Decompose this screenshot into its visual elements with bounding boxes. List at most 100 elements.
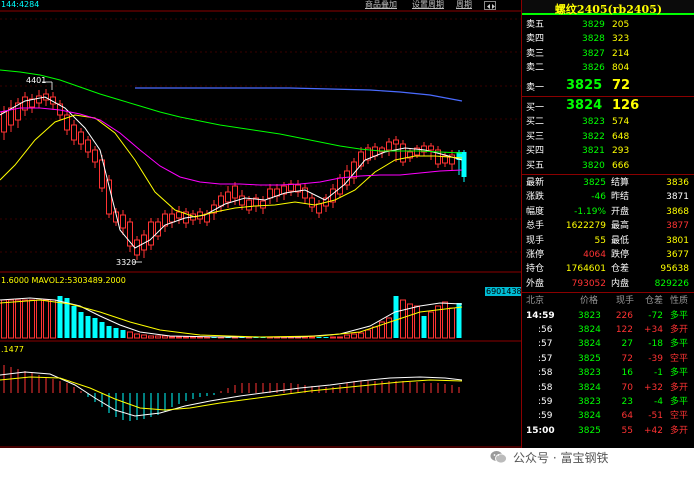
stat-value: 3868	[666, 206, 689, 217]
tick-price: 3825	[578, 353, 601, 364]
ask1-row[interactable]: 卖一 3825 72	[522, 78, 694, 93]
stat-label: 内盘	[611, 278, 630, 289]
volume-bar-up	[365, 329, 371, 339]
tick-time: :59	[538, 411, 553, 422]
tick-price: 3825	[578, 425, 601, 436]
candle-body-up	[400, 143, 406, 163]
stat-value: 3825	[583, 178, 606, 188]
tick-price: 3824	[578, 325, 601, 335]
candle-body-up	[246, 199, 252, 211]
candle-body-up	[225, 191, 231, 203]
chart-area[interactable]: 144:4284 商品叠加 设置周期 周期 4401 3320 1.6000 M…	[0, 0, 521, 448]
macd-panel-label: .1477	[1, 345, 24, 354]
stat-label: 幅度	[526, 206, 545, 217]
bid-price: 3821	[582, 146, 605, 157]
stat-row[interactable]: 外盘 793052 内盘 829226	[522, 277, 694, 291]
ask-row[interactable]: 卖二 3826 804	[522, 61, 694, 75]
volume-bar-up	[148, 335, 154, 339]
tick-time: 14:59	[526, 310, 555, 321]
tick-row[interactable]: :59 3824 64 -51 空平	[522, 409, 694, 423]
ask-price: 3826	[582, 63, 605, 74]
chart-canvas	[0, 10, 521, 448]
tick-row[interactable]: :56 3824 122 +34 多开	[522, 323, 694, 337]
tick-row[interactable]: 15:00 3825 55 +42 多开	[522, 424, 694, 438]
stat-row[interactable]: 涨跌 -46 昨结 3871	[522, 190, 694, 204]
ask-volume: 804	[612, 63, 630, 74]
stat-value: 55	[594, 235, 606, 246]
ask-row[interactable]: 卖三 3827 214	[522, 47, 694, 61]
stat-label: 结算	[611, 178, 630, 188]
high-price-label: 4401	[26, 76, 47, 85]
stat-label: 跌停	[611, 250, 630, 260]
tick-price: 3824	[578, 382, 601, 393]
volume-bar-up	[22, 299, 28, 339]
volume-bar-up	[428, 311, 434, 339]
tick-nature: 空平	[670, 411, 689, 422]
stat-row[interactable]: 持仓 1764601 仓差 95638	[522, 262, 694, 276]
tick-row[interactable]: :57 3825 72 -39 空平	[522, 352, 694, 366]
bid1-volume: 126	[612, 98, 640, 113]
tick-position-change: +42	[644, 425, 663, 436]
stat-row[interactable]: 现手 55 最低 3801	[522, 234, 694, 248]
volume-bar-up	[309, 336, 315, 339]
tick-position-change: -72	[648, 310, 663, 321]
tick-volume: 16	[621, 368, 633, 379]
volume-bar-down	[92, 318, 98, 338]
stat-row[interactable]: 幅度 -1.19% 开盘 3868	[522, 205, 694, 219]
ticks-header[interactable]: 北京 价格 现手 仓差 性质	[522, 294, 694, 308]
bid-row[interactable]: 买四 3821 293	[522, 144, 694, 158]
volume-bar-up	[155, 335, 161, 339]
volume-bar-up	[190, 336, 196, 339]
tick-row[interactable]: :58 3824 70 +32 多开	[522, 381, 694, 395]
bid-price: 3820	[582, 160, 605, 171]
candlestick-chart	[0, 69, 467, 263]
ask-row[interactable]: 卖四 3828 323	[522, 32, 694, 46]
volume-bar-up	[358, 332, 364, 339]
stat-value: 3877	[666, 221, 689, 232]
ask-row[interactable]: 卖五 3829 205	[522, 18, 694, 32]
bid-row[interactable]: 买五 3820 666	[522, 159, 694, 173]
ask-volume: 214	[612, 48, 630, 59]
volume-bar-up	[15, 299, 21, 339]
stat-value: 829226	[654, 278, 689, 289]
bid1-row[interactable]: 买一 3824 126	[522, 98, 694, 114]
stat-value: 3871	[666, 192, 689, 203]
volume-bar-down	[71, 306, 77, 338]
tick-row[interactable]: :57 3824 27 -18 多平	[522, 337, 694, 351]
stat-label: 昨结	[611, 192, 630, 203]
tick-volume: 27	[621, 339, 633, 350]
candle-body-up	[386, 141, 392, 151]
tick-price: 3823	[578, 397, 601, 407]
tick-time: :59	[538, 397, 553, 407]
stat-row[interactable]: 涨停 4064 跌停 3677	[522, 248, 694, 262]
volume-bar-down	[323, 337, 329, 338]
bid-price: 3822	[582, 131, 605, 142]
stat-row[interactable]: 最新 3825 结算 3836	[522, 176, 694, 190]
tick-nature: 空平	[670, 353, 689, 364]
tick-price: 3823	[578, 310, 601, 321]
watermark: 公众号 · 富宝钢铁	[490, 447, 608, 467]
tick-price: 3823	[578, 368, 601, 379]
tick-nature: 多平	[670, 310, 689, 321]
tick-row[interactable]: 14:59 3823 226 -72 多平	[522, 309, 694, 323]
candle-body-up	[1, 111, 7, 133]
volume-bar-up	[442, 301, 448, 339]
tick-row[interactable]: :58 3823 16 -1 多平	[522, 366, 694, 380]
volume-bar-up	[29, 299, 35, 339]
volume-bar-up	[169, 336, 175, 339]
ask-volume: 323	[612, 34, 630, 45]
volume-bar-up	[176, 336, 182, 339]
bid-price: 3823	[582, 117, 605, 128]
bid-row[interactable]: 买三 3822 648	[522, 130, 694, 144]
stat-label: 最低	[611, 235, 630, 246]
stat-label: 涨停	[526, 250, 545, 260]
volume-bar-up	[36, 299, 42, 339]
divider	[522, 174, 694, 175]
stat-label: 仓差	[611, 264, 630, 275]
stat-row[interactable]: 总手 1622279 最高 3877	[522, 219, 694, 233]
stat-label: 持仓	[526, 264, 545, 275]
tick-row[interactable]: :59 3823 23 -4 多平	[522, 395, 694, 409]
bid-row[interactable]: 买二 3823 574	[522, 115, 694, 129]
stat-value: 3801	[666, 235, 689, 246]
volume-bar-down	[421, 316, 427, 338]
